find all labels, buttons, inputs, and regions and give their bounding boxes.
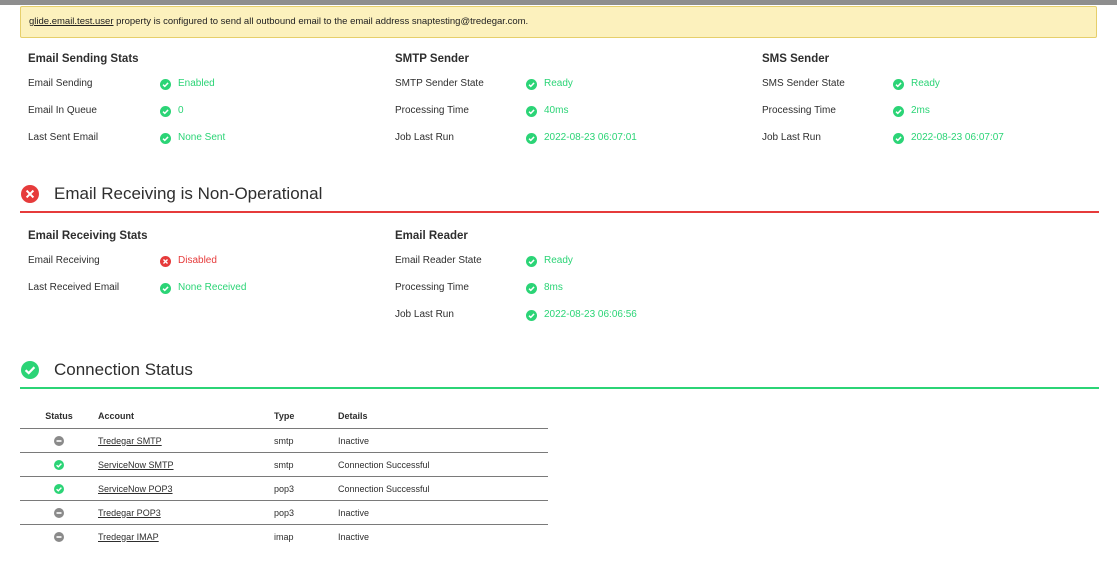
table-row: Tredegar SMTP smtp Inactive — [20, 428, 548, 453]
row-label: Last Received Email — [28, 282, 120, 293]
inactive-status-icon — [54, 507, 64, 518]
inactive-status-icon — [54, 531, 64, 542]
connection-heading: Connection Status — [54, 360, 193, 379]
error-circle-icon — [21, 185, 39, 203]
check-circle-icon — [526, 79, 537, 90]
row-value: Ready — [544, 78, 573, 89]
row-label: Email Receiving — [28, 255, 100, 266]
details-cell: Inactive — [338, 531, 370, 542]
col-header-account[interactable]: Account — [98, 404, 274, 429]
check-circle-icon — [54, 483, 64, 494]
col-header-type[interactable]: Type — [274, 404, 338, 429]
row-value: 0 — [178, 105, 184, 116]
check-circle-icon — [893, 106, 904, 117]
top-border — [0, 0, 1117, 5]
row-value: 8ms — [544, 282, 563, 293]
row-value: 2022-08-23 06:07:01 — [544, 132, 637, 143]
check-circle-icon — [54, 459, 64, 470]
row-label: SMS Sender State — [762, 78, 845, 89]
type-cell: pop3 — [274, 476, 338, 501]
stat-title-email-receiving: Email Receiving Stats — [28, 230, 148, 242]
account-link[interactable]: Tredegar IMAP — [98, 532, 159, 542]
row-value: 2022-08-23 06:06:56 — [544, 309, 637, 320]
row-value: 2022-08-23 06:07:07 — [911, 132, 1004, 143]
error-circle-icon — [160, 256, 171, 267]
row-value: None Sent — [178, 132, 226, 143]
account-link[interactable]: Tredegar POP3 — [98, 508, 161, 518]
banner-property-link[interactable]: glide.email.test.user — [29, 16, 113, 27]
row-label: Email Sending — [28, 78, 93, 89]
check-circle-icon — [526, 256, 537, 267]
row-value: Ready — [544, 255, 573, 266]
check-circle-icon — [526, 133, 537, 144]
row-value: 2ms — [911, 105, 930, 116]
type-cell: smtp — [274, 428, 338, 453]
receiving-heading: Email Receiving is Non-Operational — [54, 184, 323, 203]
table-row: ServiceNow POP3 pop3 Connection Successf… — [20, 476, 548, 501]
stat-title-sms-sender: SMS Sender — [762, 53, 830, 65]
account-link[interactable]: ServiceNow POP3 — [98, 484, 173, 494]
row-value: Ready — [911, 78, 940, 89]
row-value: 40ms — [544, 105, 569, 116]
check-circle-icon — [160, 133, 171, 144]
banner-message: property is configured to send all outbo… — [116, 16, 529, 27]
account-link[interactable]: ServiceNow SMTP — [98, 460, 174, 470]
stat-title-smtp-sender: SMTP Sender — [395, 53, 469, 65]
row-label: Job Last Run — [395, 132, 454, 143]
inactive-status-icon — [54, 435, 64, 446]
check-circle-icon — [21, 361, 39, 379]
row-label: Processing Time — [395, 105, 469, 116]
account-link[interactable]: Tredegar SMTP — [98, 436, 162, 446]
check-circle-icon — [526, 106, 537, 117]
row-value: Enabled — [178, 78, 215, 89]
check-circle-icon — [160, 283, 171, 294]
type-cell: imap — [274, 531, 294, 542]
receiving-rule — [20, 211, 1099, 213]
row-label: Last Sent Email — [28, 132, 99, 143]
table-row: ServiceNow SMTP smtp Connection Successf… — [20, 452, 548, 477]
type-cell: pop3 — [274, 500, 338, 525]
row-label: Processing Time — [762, 105, 836, 116]
check-circle-icon — [526, 283, 537, 294]
stat-title-email-reader: Email Reader — [395, 230, 468, 242]
details-cell: Inactive — [338, 500, 548, 525]
receiving-section-header: Email Receiving is Non-Operational — [20, 184, 1099, 213]
check-circle-icon — [893, 79, 904, 90]
row-label: Email In Queue — [28, 105, 97, 116]
row-value: Disabled — [178, 255, 217, 266]
table-row: Tredegar POP3 pop3 Inactive — [20, 500, 548, 525]
type-cell: smtp — [274, 452, 338, 477]
details-cell: Inactive — [338, 428, 548, 453]
row-label: SMTP Sender State — [395, 78, 484, 89]
info-banner: glide.email.test.user property is config… — [20, 6, 1097, 38]
details-cell: Connection Successful — [338, 452, 548, 477]
row-label: Job Last Run — [395, 309, 454, 320]
col-header-status[interactable]: Status — [20, 404, 98, 429]
table-header-row: Status Account Type Details — [20, 404, 548, 429]
col-header-details[interactable]: Details — [338, 404, 548, 429]
check-circle-icon — [160, 79, 171, 90]
row-label: Email Reader State — [395, 255, 482, 266]
row-label: Job Last Run — [762, 132, 821, 143]
check-circle-icon — [160, 106, 171, 117]
connection-rule — [20, 387, 1099, 389]
row-label: Processing Time — [395, 282, 469, 293]
connection-table: Status Account Type Details Tredegar SMT… — [20, 404, 548, 548]
check-circle-icon — [893, 133, 904, 144]
connection-section-header: Connection Status — [20, 360, 1099, 389]
check-circle-icon — [526, 310, 537, 321]
stat-title-email-sending: Email Sending Stats — [28, 53, 139, 65]
details-cell: Connection Successful — [338, 476, 548, 501]
table-row: Tredegar IMAP imap Inactive — [20, 525, 548, 549]
row-value: None Received — [178, 282, 247, 293]
